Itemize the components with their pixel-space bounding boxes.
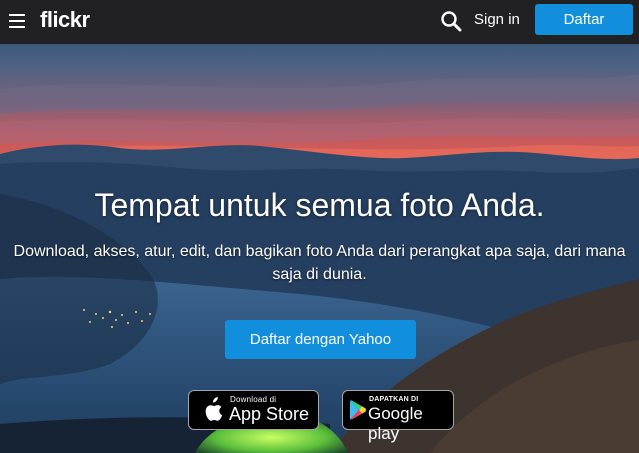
hero-title: Tempat untuk semua foto Anda.	[94, 187, 545, 223]
flickr-logo[interactable]: flickr	[40, 6, 90, 34]
app-store-badge[interactable]: Download di App Store	[188, 390, 319, 430]
hamburger-menu-icon[interactable]	[9, 13, 25, 28]
signup-with-yahoo-button[interactable]: Daftar dengan Yahoo	[225, 320, 416, 359]
search-icon[interactable]	[440, 10, 462, 32]
hero-subtitle: Download, akses, atur, edit, dan bagikan…	[13, 243, 626, 283]
google-play-badge[interactable]: DAPATKAN DI Google play	[342, 390, 454, 443]
app-store-small-text: Download di	[230, 395, 277, 404]
top-navigation-bar: flickr Sign in Daftar	[0, 0, 639, 44]
signup-button[interactable]: Daftar	[535, 4, 633, 35]
apple-icon	[205, 397, 223, 421]
sign-in-link[interactable]: Sign in	[474, 11, 520, 29]
google-play-big-text: Google play	[368, 404, 423, 443]
hero-section: Tempat untuk semua foto Anda. Download, …	[0, 44, 639, 453]
app-store-big-text: App Store	[229, 404, 310, 424]
google-play-small-text: DAPATKAN DI	[369, 396, 419, 403]
google-play-icon	[350, 400, 366, 420]
